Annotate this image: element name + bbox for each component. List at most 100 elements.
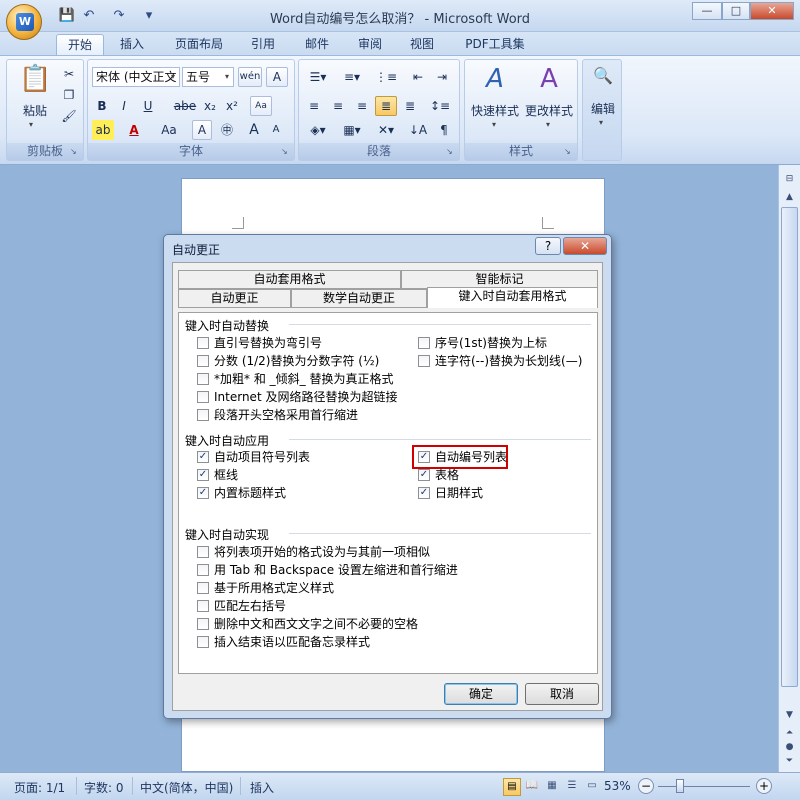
align-left-icon[interactable]: ≡ xyxy=(303,96,325,116)
redo-icon[interactable]: ↷ xyxy=(110,7,128,25)
font-size-combo[interactable]: 五号 ▾ xyxy=(182,67,234,87)
increase-indent-icon[interactable]: ⇥ xyxy=(431,67,453,87)
bullets-icon[interactable]: ☰▾ xyxy=(303,67,333,87)
justify-icon[interactable]: ≣ xyxy=(375,96,397,116)
scroll-down-icon[interactable]: ▼ xyxy=(781,707,798,723)
checkbox-box[interactable] xyxy=(197,337,209,349)
checkbox-box[interactable] xyxy=(197,564,209,576)
checkbox-box[interactable] xyxy=(197,373,209,385)
decrease-indent-icon[interactable]: ⇤ xyxy=(407,67,429,87)
checkbox-box[interactable]: ✓ xyxy=(197,451,209,463)
ruler-toggle-icon[interactable]: ⊟ xyxy=(781,171,798,187)
checkbox-box[interactable] xyxy=(197,355,209,367)
cancel-button[interactable]: 取消 xyxy=(525,683,599,705)
maximize-button[interactable]: □ xyxy=(722,2,750,20)
checkbox-box[interactable] xyxy=(418,355,430,367)
sort-icon[interactable]: ↓A xyxy=(407,120,429,140)
show-marks-icon[interactable]: ¶ xyxy=(433,120,455,140)
next-page-icon[interactable]: ⏷ xyxy=(781,753,798,769)
numbering-icon[interactable]: ≡▾ xyxy=(337,67,367,87)
bold-button[interactable]: B xyxy=(92,96,112,116)
tab-pdf-tools[interactable]: PDF工具集 xyxy=(455,34,535,56)
grow-font-button[interactable]: A xyxy=(244,120,264,140)
checkbox-box[interactable] xyxy=(197,391,209,403)
checkbox-box[interactable] xyxy=(197,636,209,648)
char-border-icon[interactable]: A xyxy=(266,67,288,87)
cut-icon[interactable]: ✂ xyxy=(59,64,79,84)
zoom-slider-track[interactable] xyxy=(658,786,750,787)
editing-dropdown-icon[interactable]: ▾ xyxy=(599,118,603,127)
align-center-icon[interactable]: ≡ xyxy=(327,96,349,116)
align-right-icon[interactable]: ≡ xyxy=(351,96,373,116)
tab-references[interactable]: 引用 xyxy=(243,34,283,56)
subscript-button[interactable]: x₂ xyxy=(200,96,220,116)
zoom-level[interactable]: 53% xyxy=(604,779,631,793)
zoom-in-button[interactable]: + xyxy=(756,778,772,794)
change-case-button[interactable]: Aa xyxy=(156,120,182,140)
scroll-thumb[interactable] xyxy=(781,207,798,687)
checkbox-box[interactable] xyxy=(197,546,209,558)
tab-page-layout[interactable]: 页面布局 xyxy=(165,34,233,56)
borders-icon[interactable]: ▦▾ xyxy=(337,120,367,140)
styles-launcher-icon[interactable]: ↘ xyxy=(564,147,574,157)
scroll-up-icon[interactable]: ▲ xyxy=(781,189,798,205)
web-layout-icon[interactable]: ▦ xyxy=(543,778,561,796)
tab-autocorrect[interactable]: 自动更正 xyxy=(178,289,291,308)
format-painter-icon[interactable]: 🖌 xyxy=(59,106,79,126)
multilevel-list-icon[interactable]: ⋮≡ xyxy=(371,67,401,87)
distributed-icon[interactable]: ≣ xyxy=(399,96,421,116)
checkbox-box[interactable] xyxy=(418,337,430,349)
paragraph-launcher-icon[interactable]: ↘ xyxy=(446,147,456,157)
quick-styles-button[interactable]: 快速样式 xyxy=(467,102,523,119)
tab-autoformat[interactable]: 自动套用格式 xyxy=(178,270,401,289)
font-name-combo[interactable]: 宋体 (中文正文 ▾ xyxy=(92,67,180,87)
full-screen-reading-icon[interactable]: 📖 xyxy=(523,778,541,796)
phonetic-guide-icon[interactable]: wén xyxy=(238,67,262,87)
checkbox-box[interactable] xyxy=(197,600,209,612)
close-window-button[interactable]: ✕ xyxy=(750,2,794,20)
word-count[interactable]: 字数: 0 xyxy=(84,779,124,796)
tab-mailings[interactable]: 邮件 xyxy=(297,34,337,56)
tab-review[interactable]: 审阅 xyxy=(350,34,390,56)
draft-view-icon[interactable]: ▭ xyxy=(583,778,601,796)
customize-toolbar-icon[interactable]: ▾ xyxy=(140,7,158,25)
ok-button[interactable]: 确定 xyxy=(444,683,518,705)
tab-autoformat-as-you-type[interactable]: 键入时自动套用格式 xyxy=(427,287,598,308)
change-styles-button[interactable]: 更改样式 xyxy=(521,102,577,119)
quick-styles-icon[interactable]: A xyxy=(477,64,513,94)
enclose-char-icon[interactable]: ㊥ xyxy=(216,120,238,140)
dialog-help-button[interactable]: ? xyxy=(535,237,561,255)
language-indicator[interactable]: 中文(简体，中国) xyxy=(140,779,233,796)
font-launcher-icon[interactable]: ↘ xyxy=(281,147,291,157)
tab-math-autocorrect[interactable]: 数学自动更正 xyxy=(291,289,427,308)
print-layout-icon[interactable]: ▤ xyxy=(503,778,521,796)
clipboard-launcher-icon[interactable]: ↘ xyxy=(70,147,80,157)
tab-insert[interactable]: 插入 xyxy=(110,34,154,56)
outline-view-icon[interactable]: ☰ xyxy=(563,778,581,796)
office-button[interactable]: W xyxy=(6,4,42,40)
underline-button[interactable]: U xyxy=(138,96,158,116)
zoom-out-button[interactable]: − xyxy=(638,778,654,794)
highlight-icon[interactable]: ab xyxy=(92,120,114,140)
checkbox-box[interactable]: ✓ xyxy=(197,469,209,481)
copy-icon[interactable]: ❐ xyxy=(59,85,79,105)
tab-view[interactable]: 视图 xyxy=(402,34,442,56)
checkbox-box[interactable]: ✓ xyxy=(418,469,430,481)
checkbox-box[interactable] xyxy=(197,409,209,421)
shading-icon[interactable]: ◈▾ xyxy=(303,120,333,140)
tab-home[interactable]: 开始 xyxy=(56,34,104,56)
paste-button[interactable]: 粘贴 xyxy=(17,102,53,119)
change-styles-dropdown-icon[interactable]: ▾ xyxy=(546,120,550,129)
page-count[interactable]: 页面: 1/1 xyxy=(14,779,65,796)
checkbox-box[interactable]: ✓ xyxy=(418,451,430,463)
insert-mode[interactable]: 插入 xyxy=(250,779,274,796)
chinese-layout-icon[interactable]: ✕▾ xyxy=(371,120,401,140)
vertical-scrollbar[interactable]: ⊟ ▲ ▼ ⏶ ● ⏷ xyxy=(778,165,800,772)
paste-icon[interactable]: 📋 xyxy=(19,64,51,94)
dialog-close-button[interactable]: ✕ xyxy=(563,237,607,255)
binoculars-icon[interactable]: 🔍 xyxy=(593,66,613,85)
shrink-font-button[interactable]: A xyxy=(266,120,286,140)
undo-icon[interactable]: ↶ xyxy=(80,7,98,25)
checkbox-box[interactable] xyxy=(197,582,209,594)
checkbox-box[interactable]: ✓ xyxy=(418,487,430,499)
